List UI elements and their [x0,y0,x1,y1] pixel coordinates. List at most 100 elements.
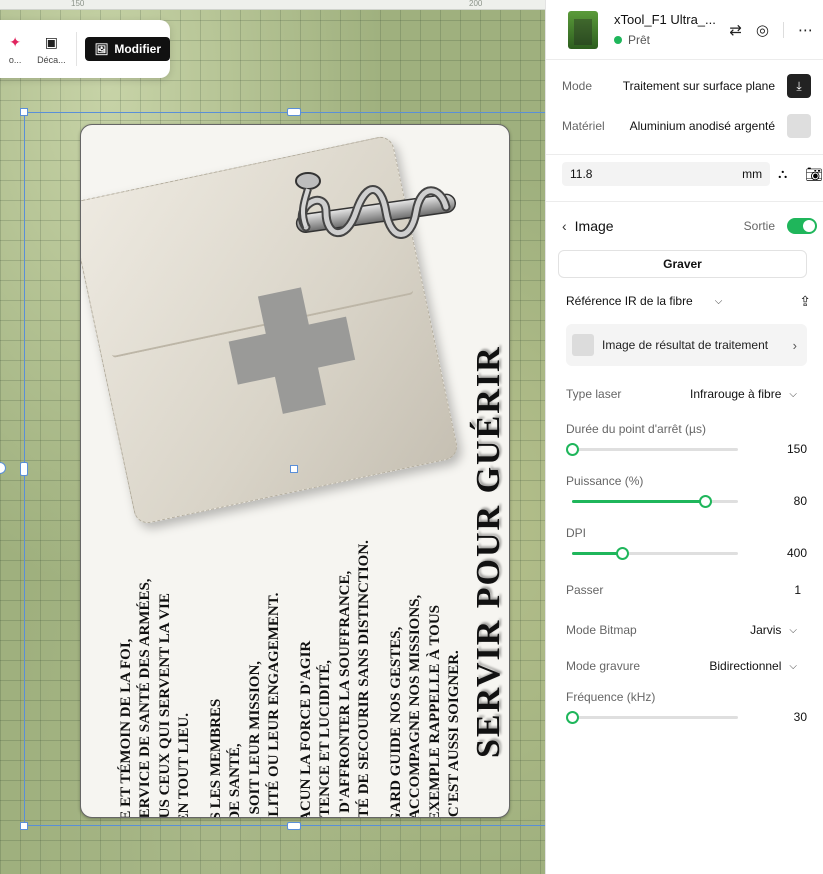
toolbar-item-first[interactable]: ✦ o... [0,34,30,65]
resize-handle[interactable] [287,108,301,116]
center-handle[interactable] [290,465,298,473]
device-header: xTool_F1 Ultra_... Prêt ⇄ ◎ ⋯ [546,0,823,60]
dwell-slider-block: Durée du point d'arrêt (µs) 150 [546,422,823,456]
height-unit: mm [742,167,763,181]
laser-type-row: Type laser Infrarouge à fibre ⌵ [546,366,823,422]
preset-row: Référence IR de la fibre ⌵ ⇪ [546,278,823,324]
mode-row: Mode Traitement sur surface plane ⤓ [546,60,823,112]
dwell-value[interactable]: 150 [787,442,807,456]
resize-handle[interactable] [20,108,28,116]
result-image-button[interactable]: Image de résultat de traitement › [566,324,807,366]
device-name[interactable]: xTool_F1 Ultra_... [614,12,729,27]
chevron-down-icon[interactable]: ⌵ [789,389,797,400]
bitmap-value[interactable]: Jarvis [750,623,781,637]
ruler-mark: 200 [469,0,483,8]
dwell-slider[interactable] [566,442,738,456]
slider-knob[interactable] [566,442,579,456]
material-row: Matériel Aluminium anodisé argenté [546,112,823,140]
pass-label: Passer [566,583,604,597]
height-field[interactable]: 11.8 mm [562,162,771,186]
dwell-label: Durée du point d'arrêt (µs) [566,422,706,436]
modify-button-label: Modifier [114,42,161,56]
top-ruler: 150 200 [0,0,545,10]
pass-row: Passer 1 [546,568,823,612]
engrave-mode-label: Mode gravure [566,659,641,673]
more-icon[interactable]: ⋯ [798,21,813,39]
bitmap-row: Mode Bitmap Jarvis ⌵ [546,612,823,648]
frequency-slider[interactable] [566,710,738,724]
power-slider[interactable] [572,494,738,508]
laser-type-label: Type laser [566,387,622,401]
header-actions: ⇄ ◎ ⋯ [729,21,813,39]
device-thumbnail [568,10,598,49]
auto-measure-icon[interactable]: ⛬ [778,166,787,182]
frequency-label: Fréquence (kHz) [566,690,656,704]
canvas-toolbar: ✦ o... ▣ Déca... 🖼 Modifier [0,20,170,78]
slider-knob[interactable] [566,710,579,724]
header-divider [783,21,784,38]
resize-handle[interactable] [287,822,301,830]
settings-panel: xTool_F1 Ultra_... Prêt ⇄ ◎ ⋯ Mode Trait… [545,0,823,874]
preset-select[interactable]: Référence IR de la fibre [566,294,693,308]
slider-fill [572,499,705,503]
device-info: xTool_F1 Ultra_... Prêt [614,12,729,47]
chevron-left-icon[interactable]: ‹ [562,218,567,234]
power-slider-row: 80 [566,494,807,508]
engrave-button[interactable]: Graver [558,250,807,278]
tool-icon: ✦ [9,33,21,50]
slider-knob[interactable] [698,494,712,508]
resize-handle[interactable] [20,462,28,476]
status-dot-icon [614,36,622,44]
modify-button[interactable]: 🖼 Modifier [85,37,170,61]
mode-value[interactable]: Traitement sur surface plane [623,79,775,93]
chevron-right-icon: › [792,337,797,353]
material-value[interactable]: Aluminium anodisé argenté [630,119,775,133]
dpi-slider-row: 400 [566,546,807,560]
frequency-slider-row: 30 [566,710,807,724]
engrave-mode-row: Mode gravure Bidirectionnel ⌵ [546,648,823,684]
bitmap-label: Mode Bitmap [566,623,637,637]
device-status: Prêt [614,33,729,47]
canvas-area[interactable]: 150 200 ✦ o... ▣ Déca... 🖼 Modifier ET T… [0,0,545,874]
dpi-slider-block: DPI 400 [546,526,823,560]
toolbar-item-offset[interactable]: ▣ Déca... [36,34,66,65]
image-section-header: ‹ Image Sortie [546,202,823,250]
frequency-value[interactable]: 30 [794,710,807,724]
mode-label: Mode [562,79,593,93]
dpi-value[interactable]: 400 [787,546,807,560]
offset-icon: ▣ [44,33,58,50]
dpi-slider[interactable] [572,546,738,560]
laser-type-value[interactable]: Infrarouge à fibre [690,387,781,401]
height-value: 11.8 [570,167,593,181]
chevron-down-icon[interactable]: ⌵ [789,625,797,636]
output-toggle[interactable] [787,218,817,234]
pass-value[interactable]: 1 [794,583,801,597]
target-icon[interactable]: ◎ [756,21,769,39]
chevron-down-icon[interactable]: ⌵ [789,661,797,672]
slider-fill [572,551,622,555]
height-row: 11.8 mm ⛬ 📷︎ [546,155,823,193]
ruler-mark: 150 [71,0,85,8]
device-status-text: Prêt [628,33,651,47]
power-slider-block: Puissance (%) 80 [546,474,823,508]
resize-handle[interactable] [20,822,28,830]
dwell-slider-row: 150 [566,442,807,456]
chevron-down-icon[interactable]: ⌵ [715,296,723,307]
camera-icon[interactable]: 📷︎ [805,166,823,183]
toolbar-item-label: o... [8,54,22,65]
save-preset-icon[interactable]: ⇪ [799,293,811,310]
power-value[interactable]: 80 [794,494,807,508]
image-icon: 🖼 [94,43,109,56]
rotate-handle[interactable] [0,462,6,474]
slider-knob[interactable] [615,546,629,560]
download-icon[interactable]: ⤓ [787,74,811,98]
dpi-label: DPI [566,526,587,540]
swap-icon[interactable]: ⇄ [729,21,742,39]
material-swatch[interactable] [787,114,811,138]
image-thumbnail-icon [572,334,594,356]
frequency-slider-block: Fréquence (kHz) 30 [546,690,823,724]
image-section-title: Image [574,218,614,234]
selection-frame [24,112,545,826]
engrave-mode-value[interactable]: Bidirectionnel [709,659,781,673]
toolbar-divider [76,32,78,66]
